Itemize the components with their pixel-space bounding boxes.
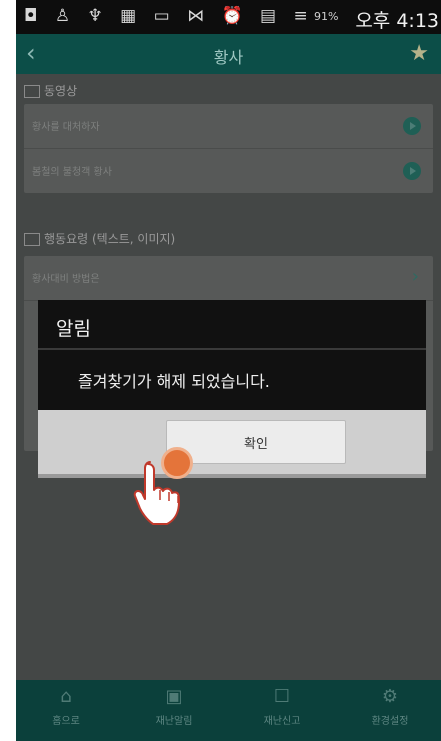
pointing-hand-icon <box>133 461 180 525</box>
report-icon: ☐ <box>273 686 291 707</box>
list-item-label: 황사대비 방법은 <box>32 274 100 285</box>
section-header-video: 동영상 <box>24 82 77 99</box>
video-list: 황사를 대처하자 봄철의 불청객 황사 <box>24 104 433 193</box>
play-icon[interactable] <box>403 162 421 180</box>
status-icons: ◘ ♙ ♆ ▦ ▭ ⋈ ⏰ ▤ ≡ <box>24 6 314 26</box>
status-bar: ◘ ♙ ♆ ▦ ▭ ⋈ ⏰ ▤ ≡ 91% 오후 4:13 <box>16 0 441 34</box>
nav-home[interactable]: ⌂ 홈으로 <box>26 686 106 727</box>
alert-icon: ▣ <box>165 686 183 707</box>
nav-label: 재난신고 <box>263 716 301 727</box>
chevron-right-icon[interactable]: › <box>412 266 419 287</box>
clock: 오후 4:13 <box>355 10 439 32</box>
alert-dialog: 알림 즐겨찾기가 해제 되었습니다. 확인 <box>38 300 426 490</box>
nav-label: 환경설정 <box>371 716 409 727</box>
play-icon[interactable] <box>403 117 421 135</box>
list-item[interactable]: 봄철의 불청객 황사 <box>24 149 433 193</box>
star-icon[interactable]: ★ <box>409 41 429 66</box>
ok-button[interactable]: 확인 <box>166 420 346 464</box>
nav-disaster-report[interactable]: ☐ 재난신고 <box>242 686 322 727</box>
nav-disaster-alert[interactable]: ▣ 재난알림 <box>134 686 214 727</box>
title-bar: ‹ 황사 ★ <box>16 34 441 74</box>
nav-label: 홈으로 <box>52 716 80 727</box>
dialog-message: 즐겨찾기가 해제 되었습니다. <box>78 372 270 391</box>
nav-label: 재난알림 <box>155 716 193 727</box>
nav-settings[interactable]: ⚙ 환경설정 <box>350 686 430 727</box>
section-header-guide: 행동요령 (텍스트, 이미지) <box>24 230 175 247</box>
dialog-body: 알림 즐겨찾기가 해제 되었습니다. <box>38 300 426 410</box>
home-icon: ⌂ <box>60 686 72 707</box>
page-title: 황사 <box>213 48 244 67</box>
dialog-divider <box>38 348 426 350</box>
battery-level: 91% <box>314 10 339 23</box>
phone-screen: ◘ ♙ ♆ ▦ ▭ ⋈ ⏰ ▤ ≡ 91% 오후 4:13 ‹ 황사 ★ 동영상… <box>16 0 441 741</box>
list-item[interactable]: 황사대비 방법은 › <box>24 256 433 301</box>
list-item-label: 봄철의 불청객 황사 <box>32 167 112 178</box>
bottom-navigation: ⌂ 홈으로 ▣ 재난알림 ☐ 재난신고 ⚙ 환경설정 <box>16 680 441 741</box>
list-item[interactable]: 황사를 대처하자 <box>24 104 433 149</box>
video-icon <box>24 85 40 98</box>
settings-icon: ⚙ <box>381 686 399 707</box>
document-icon <box>24 233 40 246</box>
dialog-button-bar: 확인 <box>38 410 426 478</box>
list-item-label: 황사를 대처하자 <box>32 122 100 133</box>
dialog-title: 알림 <box>56 318 91 340</box>
